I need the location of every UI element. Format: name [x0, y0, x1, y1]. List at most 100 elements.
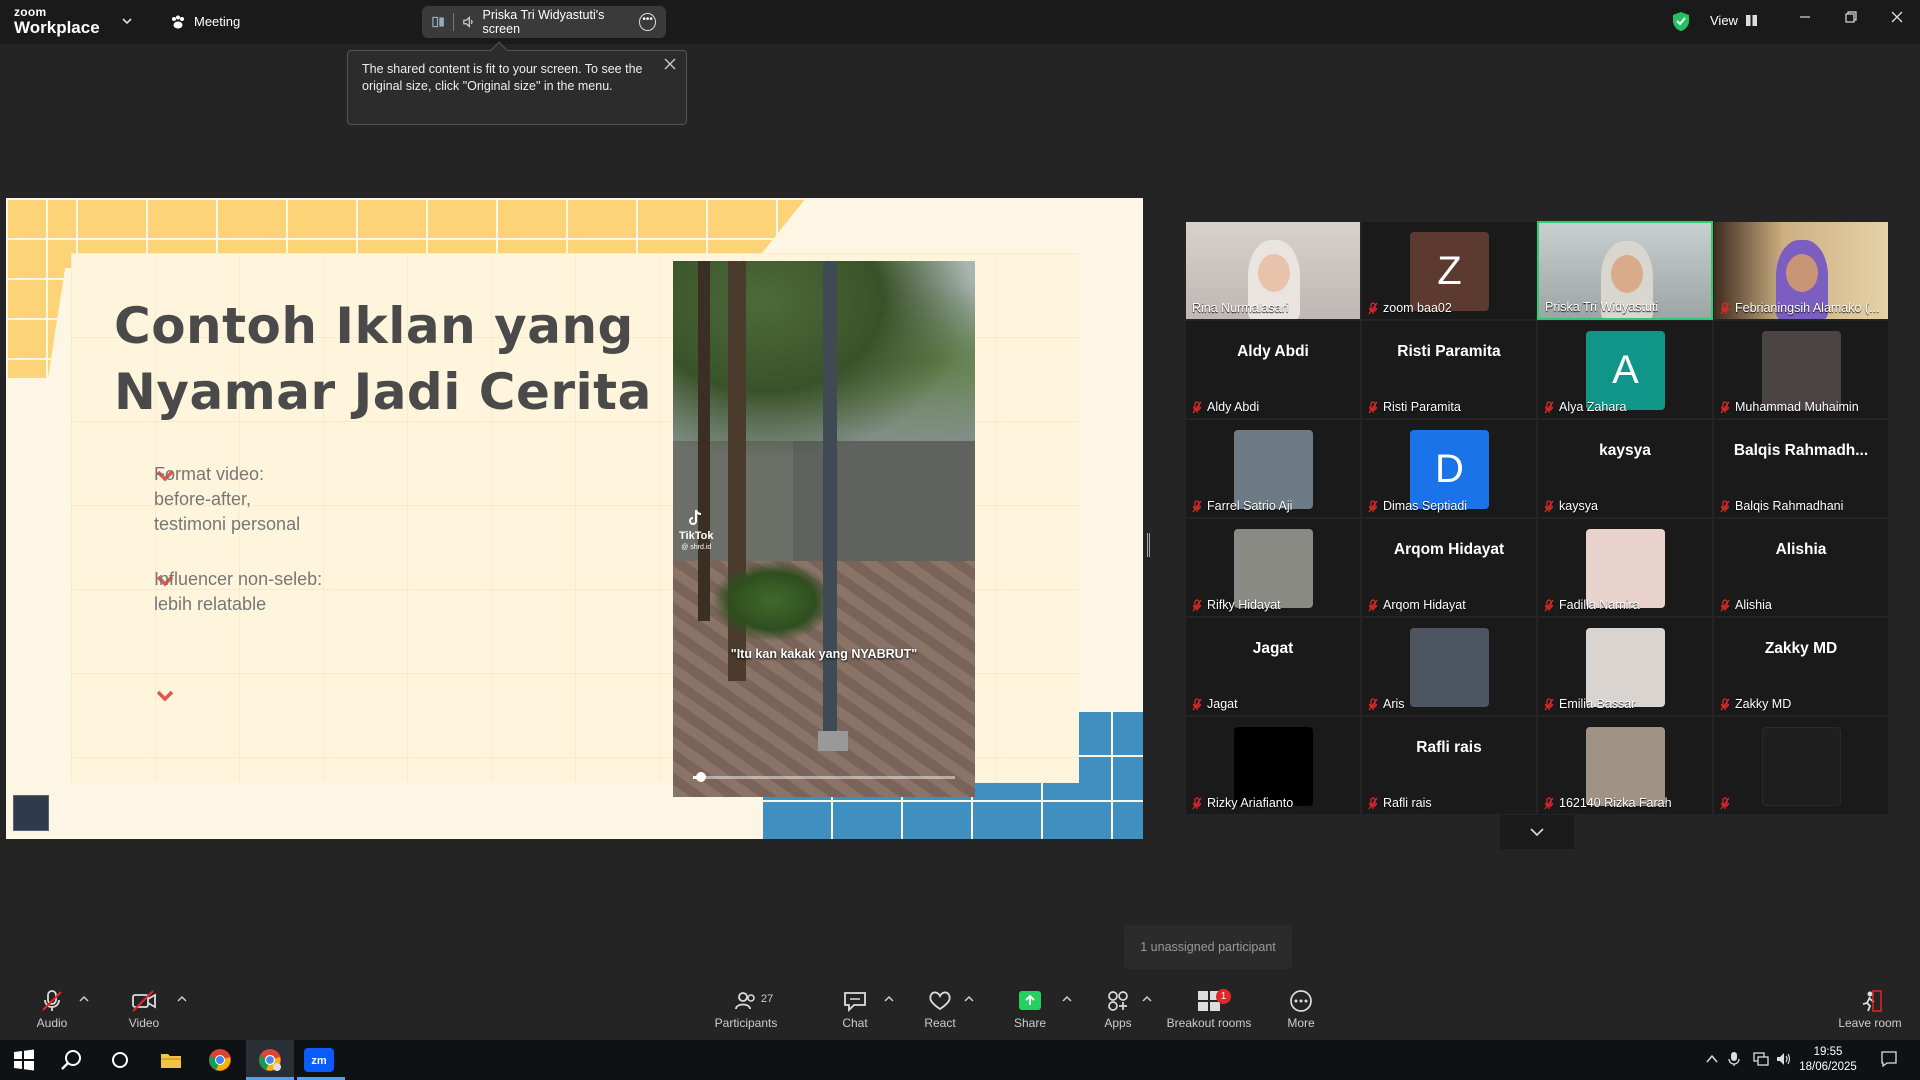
- participant-name-row: Zakky MD: [1720, 697, 1791, 711]
- participant-tile[interactable]: kaysya kaysya: [1537, 419, 1713, 518]
- microphone-icon[interactable]: [1728, 1051, 1740, 1067]
- shared-screen[interactable]: Contoh Iklan yang Nyamar Jadi Cerita For…: [6, 198, 1143, 839]
- share-more-icon[interactable]: •••: [639, 13, 656, 31]
- view-button[interactable]: View: [1710, 13, 1757, 28]
- participant-display-name: Aldy Abdi: [1237, 343, 1309, 360]
- share-indicator[interactable]: Priska Tri Widyastuti's screen •••: [422, 6, 666, 38]
- participant-tile[interactable]: Farrel Satrio Aji: [1185, 419, 1361, 518]
- video-progress-bar[interactable]: [693, 772, 955, 782]
- close-icon[interactable]: [1887, 10, 1907, 28]
- participant-name-row: Fadilla Namira: [1544, 598, 1640, 612]
- participant-face: [1786, 254, 1818, 292]
- share-options-caret[interactable]: [1062, 993, 1072, 1005]
- participant-tile[interactable]: Jagat Jagat: [1185, 617, 1361, 716]
- profile-photo: [1586, 529, 1665, 608]
- notifications-icon[interactable]: [1880, 1050, 1898, 1068]
- chevron-down-icon[interactable]: [122, 14, 132, 28]
- breakout-rooms-badge: 1: [1216, 989, 1231, 1004]
- screen-share-icon: [432, 16, 444, 28]
- shield-icon[interactable]: [1672, 11, 1690, 32]
- participant-name-row: zoom baa02: [1368, 301, 1452, 315]
- profile-photo: [1762, 331, 1841, 410]
- chrome-profile-icon[interactable]: [258, 1048, 282, 1072]
- participant-tile[interactable]: Rizky Ariafianto: [1185, 716, 1361, 815]
- participant-tile[interactable]: Aldy Abdi Aldy Abdi: [1185, 320, 1361, 419]
- participant-tile[interactable]: Aris: [1361, 617, 1537, 716]
- participant-tile[interactable]: D Dimas Septiadi: [1361, 419, 1537, 518]
- participants-button[interactable]: Participants: [701, 989, 791, 1030]
- participant-name: Zakky MD: [1735, 697, 1792, 711]
- chat-options-caret[interactable]: [884, 993, 894, 1005]
- cortana-icon[interactable]: [108, 1048, 132, 1072]
- participant-tile[interactable]: Zzoom baa02: [1361, 221, 1537, 320]
- mic-muted-icon: [1368, 301, 1378, 314]
- participant-name-row: Rafli rais: [1368, 796, 1432, 810]
- participant-tile[interactable]: Rafli rais Rafli rais: [1361, 716, 1537, 815]
- chat-icon: [844, 992, 866, 1013]
- participants-count: 27: [761, 993, 774, 1005]
- meeting-label: Meeting: [194, 14, 241, 29]
- participant-name-row: Rina Nurmalasari: [1192, 301, 1289, 315]
- breakout-rooms-button[interactable]: Breakout rooms: [1163, 989, 1255, 1030]
- more-button[interactable]: More: [1256, 989, 1346, 1030]
- participant-tile[interactable]: Muhammad Muhaimin: [1713, 320, 1889, 419]
- splitter-handle[interactable]: [1147, 533, 1150, 557]
- video-progress-knob[interactable]: [695, 772, 706, 782]
- system-clock[interactable]: 19:55 18/06/2025: [1792, 1045, 1864, 1075]
- leave-room-button[interactable]: Leave room: [1825, 989, 1915, 1030]
- network-icon[interactable]: [1753, 1051, 1769, 1067]
- minimize-icon[interactable]: [1795, 10, 1815, 28]
- windows-start-icon[interactable]: [12, 1048, 36, 1072]
- meeting-tab[interactable]: Meeting: [170, 14, 240, 29]
- speaker-icon[interactable]: [462, 15, 475, 29]
- participant-tile[interactable]: Balqis Rahmadh... Balqis Rahmadhani: [1713, 419, 1889, 518]
- zoom-workplace-logo[interactable]: zoom Workplace: [14, 6, 100, 36]
- participant-tile[interactable]: Febrianingsih Alamako (...: [1713, 221, 1889, 320]
- participant-display-name: Balqis Rahmadh...: [1733, 442, 1869, 459]
- tooltip-close-icon[interactable]: [664, 57, 676, 74]
- participant-tile[interactable]: Zakky MD Zakky MD: [1713, 617, 1889, 716]
- apps-label: Apps: [1104, 1016, 1132, 1030]
- participant-tile[interactable]: Fadilla Namira: [1537, 518, 1713, 617]
- participant-tile[interactable]: A Alya Zahara: [1537, 320, 1713, 419]
- zoom-taskbar-icon[interactable]: zm: [304, 1048, 334, 1072]
- participant-name: Dimas Septiadi: [1383, 499, 1468, 513]
- search-icon[interactable]: [60, 1048, 84, 1072]
- restore-icon[interactable]: [1841, 10, 1861, 28]
- chrome-icon[interactable]: [208, 1048, 232, 1072]
- avatar: A: [1586, 331, 1665, 410]
- gallery-next-page[interactable]: [1500, 815, 1574, 849]
- mic-muted-icon: [1544, 499, 1554, 512]
- avatar: D: [1410, 430, 1489, 509]
- participant-name: Febrianingsih Alamako (...: [1735, 301, 1880, 315]
- mic-muted-icon: [1192, 400, 1202, 413]
- participant-tile[interactable]: 162140 Rizka Farah: [1537, 716, 1713, 815]
- participant-tile[interactable]: Risti Paramita Risti Paramita: [1361, 320, 1537, 419]
- embedded-video[interactable]: TikTok @ shrd.id "Itu kan kakak yang NYA…: [673, 261, 975, 797]
- participant-tile[interactable]: Alishia Alishia: [1713, 518, 1889, 617]
- apps-options-caret[interactable]: [1142, 993, 1152, 1005]
- mic-muted-icon: [1368, 499, 1378, 512]
- more-label: More: [1287, 1016, 1315, 1030]
- participant-tile[interactable]: Rina Nurmalasari: [1185, 221, 1361, 320]
- bullet-2-line2: lebih relatable: [154, 594, 267, 614]
- participant-name: Risti Paramita: [1383, 400, 1461, 414]
- mic-muted-icon: [1368, 697, 1378, 710]
- audio-options-caret[interactable]: [79, 993, 89, 1005]
- participant-tile[interactable]: Emilia Bassar: [1537, 617, 1713, 716]
- react-options-caret[interactable]: [964, 993, 974, 1005]
- participant-tile[interactable]: Rifky Hidayat: [1185, 518, 1361, 617]
- participant-tile[interactable]: Arqom Hidayat Arqom Hidayat: [1361, 518, 1537, 617]
- video-options-caret[interactable]: [177, 993, 187, 1005]
- volume-icon[interactable]: [1776, 1051, 1792, 1067]
- apps-icon: [1108, 991, 1128, 1011]
- participant-name: Alishia: [1735, 598, 1772, 612]
- leave-door-icon: [1862, 990, 1882, 1012]
- video-button[interactable]: Video: [99, 989, 189, 1030]
- chevron-up-icon[interactable]: [1706, 1054, 1718, 1064]
- file-explorer-icon[interactable]: [159, 1048, 183, 1072]
- participant-tile[interactable]: [1713, 716, 1889, 815]
- bullet-2: Influencer non-seleb: lebih relatable: [154, 567, 322, 617]
- profile-photo: [1234, 727, 1313, 806]
- participant-tile[interactable]: Priska Tri Widyastuti: [1537, 221, 1713, 320]
